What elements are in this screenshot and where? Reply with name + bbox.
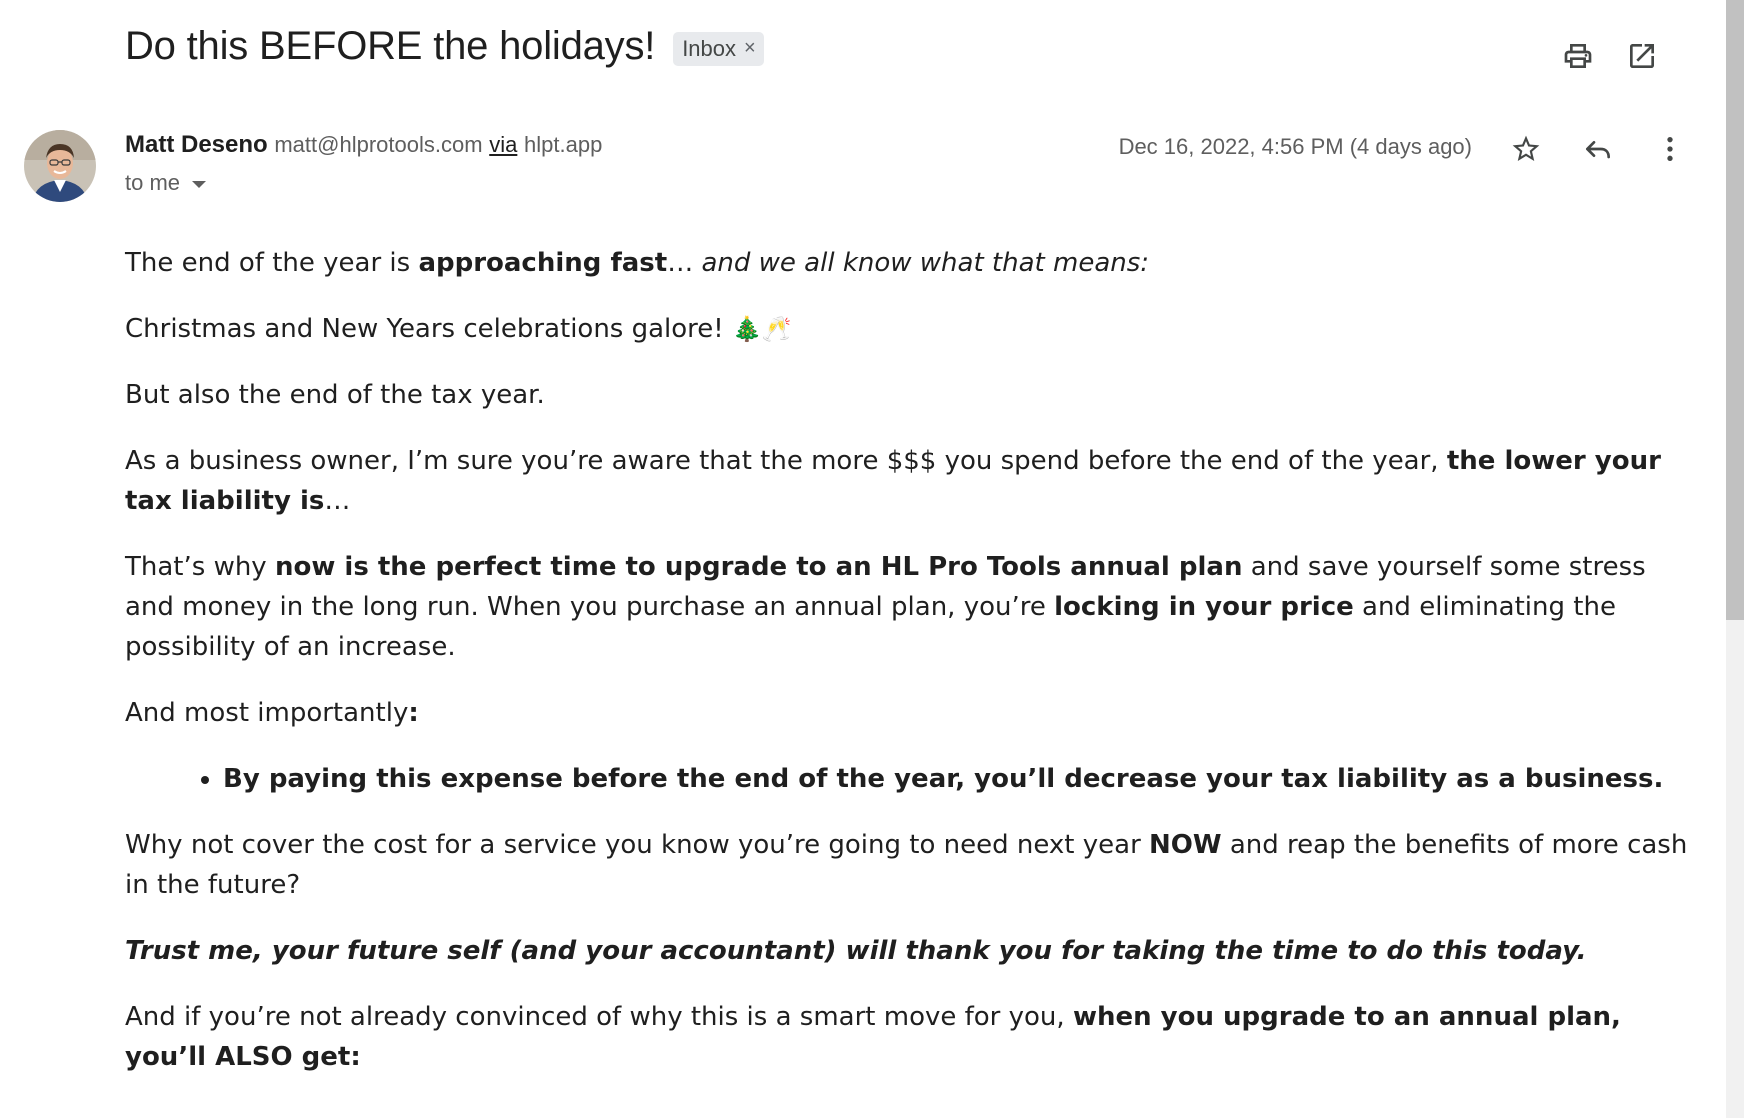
body-text: … [667,248,702,278]
email-subject: Do this BEFORE the holidays! [125,24,656,68]
body-italic-text: and we all know what that means: [701,248,1150,278]
dropdown-caret-icon[interactable] [192,181,207,188]
star-icon [1510,133,1542,165]
recipient-line: to me [125,170,207,196]
print-button[interactable] [1558,36,1598,76]
body-bold-text: NOW [1149,830,1222,860]
body-text: As a business owner, I’m sure you’re awa… [125,446,1447,476]
inbox-label-text: Inbox [682,35,737,61]
body-text: Christmas and New Years celebrations gal… [125,314,732,344]
open-in-new-window-icon [1626,40,1658,72]
body-bold-text: now is the perfect time to upgrade to an… [274,552,1243,582]
body-text: The end of the year is [125,248,419,278]
body-paragraph: The end of the year is approaching fast…… [125,243,1695,283]
inbox-label-chip[interactable]: Inbox × [673,31,764,66]
body-bullet-list: By paying this expense before the end of… [125,759,1695,799]
sender-name[interactable]: Matt Deseno [125,131,268,158]
sender-via-domain: hlpt.app [524,132,603,157]
body-text: … [324,486,351,516]
scrollbar-thumb[interactable] [1726,0,1744,620]
body-paragraph: Christmas and New Years celebrations gal… [125,309,1695,349]
body-paragraph: That’s why now is the perfect time to up… [125,547,1695,667]
more-vert-icon [1654,133,1686,165]
body-bold-text: locking in your price [1054,592,1354,622]
recipient-text: to me [125,170,181,195]
body-paragraph: And most importantly: [125,693,1695,733]
star-button[interactable] [1506,129,1546,169]
email-date: Dec 16, 2022, 4:56 PM (4 days ago) [1118,134,1472,159]
email-body: The end of the year is approaching fast…… [125,243,1695,1103]
body-paragraph: Why not cover the cost for a service you… [125,825,1695,905]
reply-button[interactable] [1578,129,1618,169]
body-bold-text: : [408,698,419,728]
body-text: But also the end of the tax year. [125,380,545,410]
avatar[interactable] [24,130,96,202]
reply-icon [1582,133,1614,165]
body-paragraph: And if you’re not already convinced of w… [125,997,1695,1077]
body-paragraph: But also the end of the tax year. [125,375,1695,415]
emoji-text: 🎄🥂 [732,315,792,343]
open-in-new-window-button[interactable] [1622,36,1662,76]
subject-row: Do this BEFORE the holidays! Inbox × [125,24,764,69]
body-text: That’s why [125,552,275,582]
body-bold-italic-text: Trust me, your future self (and your acc… [125,936,1587,966]
remove-label-icon[interactable]: × [744,37,756,60]
top-toolbar [1544,36,1744,76]
list-item: By paying this expense before the end of… [223,759,1695,799]
body-text: Why not cover the cost for a service you… [125,830,1150,860]
body-paragraph: As a business owner, I’m sure you’re awa… [125,441,1695,521]
body-text: And most importantly [125,698,409,728]
body-bold-text: By paying this expense before the end of… [223,764,1664,794]
print-icon [1562,40,1594,72]
more-options-button[interactable] [1650,129,1690,169]
sender-email: matt@hlprotools.com [274,132,483,157]
body-text: And if you’re not already convinced of w… [125,1002,1073,1032]
sender-line: Matt Deseno matt@hlprotools.com via hlpt… [125,131,602,159]
body-paragraph: Trust me, your future self (and your acc… [125,931,1695,971]
sender-via-link[interactable]: via [489,132,517,157]
body-bold-text: approaching fast [418,248,668,278]
